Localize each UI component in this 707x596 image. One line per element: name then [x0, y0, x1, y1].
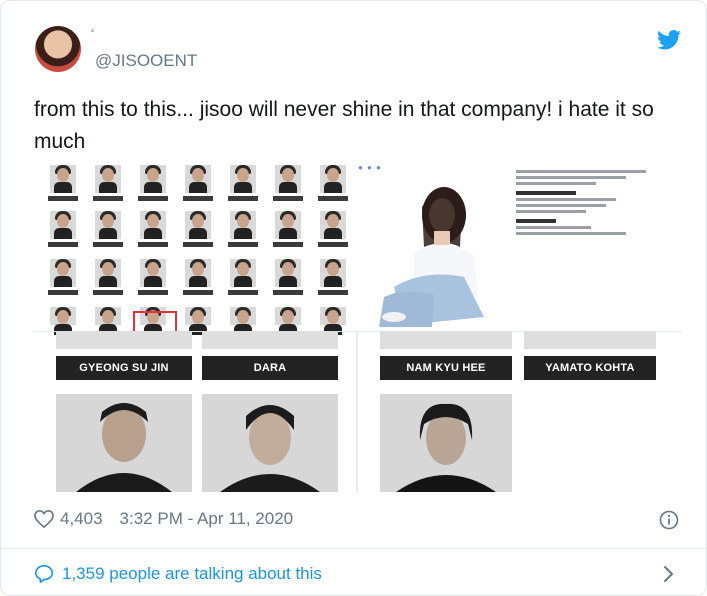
section-divider [1, 548, 706, 549]
roster-portrait [185, 165, 211, 193]
roster-portrait [140, 165, 166, 193]
artist-name-label: YAMATO KOHTA [524, 356, 656, 380]
roster-portrait [50, 165, 76, 193]
tweet-card: ⸗ @JISOOENT from this to this... jisoo w… [0, 0, 707, 596]
roster-portrait [230, 259, 256, 287]
roster-portrait [320, 211, 346, 239]
roster-name-label [318, 290, 348, 295]
verified-mark-icon: ⸗ [91, 25, 94, 35]
card-top-strip [56, 331, 192, 349]
roster-name-label [48, 242, 78, 247]
roster-portrait [185, 211, 211, 239]
roster-portrait [95, 165, 121, 193]
chevron-right-icon[interactable] [663, 564, 675, 584]
roster-portrait [185, 307, 211, 335]
roster-portrait [50, 259, 76, 287]
roster-portrait [50, 211, 76, 239]
card-top-strip [524, 331, 656, 349]
artist-photo [202, 394, 338, 492]
card-top-strip [380, 331, 512, 349]
roster-portrait [140, 211, 166, 239]
tweet-meta-row: 4,403 3:32 PM - Apr 11, 2020 [34, 509, 293, 529]
tweet-text: from this to this... jisoo will never sh… [34, 98, 654, 153]
roster-portrait [275, 211, 301, 239]
roster-portrait [185, 259, 211, 287]
roster-portrait [50, 307, 76, 335]
like-count[interactable]: 4,403 [60, 509, 103, 529]
artist-name-label: DARA [202, 356, 338, 380]
roster-portrait [230, 165, 256, 193]
artist-name-label: NAM KYU HEE [380, 356, 512, 380]
user-handle[interactable]: @JISOOENT [95, 51, 197, 71]
profile-page-image: ● ● ● [358, 159, 682, 331]
artist-photo [56, 394, 192, 492]
roster-name-label [48, 196, 78, 201]
page-dots-icon: ● ● ● [358, 163, 382, 172]
conversation-text: 1,359 people are talking about this [62, 564, 322, 583]
roster-grid-image [34, 159, 354, 335]
roster-name-label [138, 290, 168, 295]
roster-portrait [320, 165, 346, 193]
roster-name-label [183, 196, 213, 201]
profile-bio-text-block [516, 167, 676, 238]
card-top-strip [202, 331, 338, 349]
roster-portrait [95, 307, 121, 335]
roster-portrait [275, 307, 301, 335]
speech-bubble-icon [35, 565, 53, 583]
roster-portrait [230, 211, 256, 239]
roster-name-label [228, 290, 258, 295]
roster-name-label [228, 242, 258, 247]
media-divider [356, 331, 358, 493]
artist-photo [380, 394, 512, 492]
roster-name-label [273, 290, 303, 295]
info-icon[interactable] [659, 510, 679, 530]
roster-portrait [320, 259, 346, 287]
roster-name-label [318, 196, 348, 201]
roster-portrait [140, 259, 166, 287]
seated-portrait-figure [379, 187, 484, 327]
roster-portrait [275, 259, 301, 287]
roster-name-label [138, 196, 168, 201]
roster-name-label [183, 242, 213, 247]
roster-name-label [93, 196, 123, 201]
roster-name-label [93, 290, 123, 295]
conversation-link[interactable]: 1,359 people are talking about this [34, 564, 322, 584]
roster-portrait [230, 307, 256, 335]
roster-name-label [48, 290, 78, 295]
roster-portrait [95, 211, 121, 239]
roster-name-label [183, 290, 213, 295]
roster-name-label [273, 242, 303, 247]
tweet-media[interactable]: ● ● ● GYEONG SU JIN DARA NAM KYU HEE YAM… [34, 159, 682, 493]
roster-portrait [95, 259, 121, 287]
roster-name-label [318, 242, 348, 247]
roster-portrait [275, 165, 301, 193]
roster-name-label [273, 196, 303, 201]
heart-icon[interactable] [34, 510, 54, 528]
roster-name-label [138, 242, 168, 247]
twitter-bird-icon[interactable] [657, 30, 681, 50]
roster-portrait [320, 307, 346, 335]
avatar[interactable] [35, 26, 81, 72]
artist-name-label: GYEONG SU JIN [56, 356, 192, 380]
roster-name-label [228, 196, 258, 201]
tweet-timestamp[interactable]: 3:32 PM - Apr 11, 2020 [120, 509, 294, 529]
roster-name-label [93, 242, 123, 247]
